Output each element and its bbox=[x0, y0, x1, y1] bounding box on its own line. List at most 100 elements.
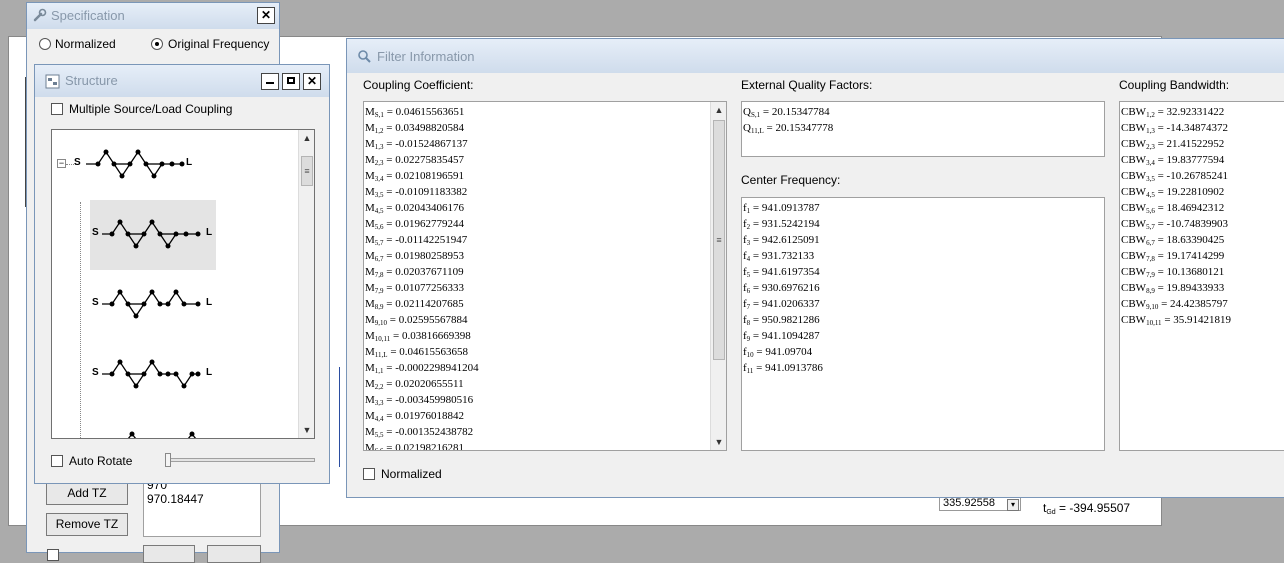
tz-down-button[interactable] bbox=[207, 545, 261, 563]
center-frequency-row-subscript: 9 bbox=[746, 335, 751, 343]
external-q-row: Q11,L = 20.15347778 bbox=[743, 122, 834, 135]
coupling-coefficient-box[interactable]: MS,1 = 0.04615563651 M1,2 = 0.03498820584… bbox=[363, 101, 727, 451]
center-frequency-row: f4 = 931.732133 bbox=[743, 250, 815, 263]
topology-root[interactable]: S L bbox=[74, 146, 204, 182]
coupling-coefficient-row: M5,7 = -0.01142251947 bbox=[365, 234, 468, 247]
scroll-down-icon[interactable]: ▼ bbox=[711, 434, 726, 450]
multi-coupling-checkbox[interactable] bbox=[51, 103, 63, 115]
coupling-coefficient-row-symbol: M bbox=[365, 218, 375, 230]
group-delay-readout: tGd = -394.95507 bbox=[1043, 501, 1130, 516]
coupling-bandwidth-row-symbol: CBW bbox=[1121, 154, 1147, 166]
coupling-coefficient-row-subscript: 5,5 bbox=[374, 431, 384, 439]
coupling-bandwidth-row-subscript: 5,7 bbox=[1146, 223, 1155, 231]
scroll-up-icon[interactable]: ▲ bbox=[299, 130, 314, 146]
radio-original-frequency[interactable] bbox=[151, 38, 163, 50]
structure-maximize-button[interactable] bbox=[282, 73, 300, 90]
coupling-bandwidth-row-subscript: 2,3 bbox=[1146, 143, 1155, 151]
external-q-box[interactable]: QS,1 = 20.15347784 Q11,L = 20.15347778 bbox=[741, 101, 1105, 157]
coupling-coefficient-row-symbol: M bbox=[365, 170, 375, 182]
center-frequency-row: f3 = 942.6125091 bbox=[743, 234, 820, 247]
topology-option-4-graph[interactable] bbox=[90, 428, 216, 439]
coupling-bandwidth-row: CBW5,6 = 18.46942312 bbox=[1121, 202, 1225, 215]
center-frequency-row-value: 930.6976216 bbox=[761, 282, 820, 294]
close-icon: ✕ bbox=[306, 74, 318, 88]
coupling-bandwidth-row-symbol: CBW bbox=[1121, 138, 1147, 150]
rotate-slider-track[interactable] bbox=[165, 458, 315, 462]
center-frequency-row-subscript: 8 bbox=[746, 319, 751, 327]
coupling-coefficient-list: MS,1 = 0.04615563651 M1,2 = 0.03498820584… bbox=[365, 104, 479, 451]
coupling-bandwidth-box[interactable]: CBW1,2 = 32.92331422 CBW1,3 = -14.3487437… bbox=[1119, 101, 1284, 451]
scroll-up-icon[interactable]: ▲ bbox=[711, 102, 726, 118]
center-frequency-row-value: 931.5242194 bbox=[761, 218, 820, 230]
specification-title: Specification bbox=[51, 8, 125, 23]
auto-rotate-checkbox[interactable] bbox=[51, 455, 63, 467]
topology-option-3-graph bbox=[102, 359, 201, 389]
plot-edge-trace bbox=[339, 367, 345, 467]
coupling-bandwidth-row-subscript: 8,9 bbox=[1146, 287, 1155, 295]
center-frequency-row-subscript: 7 bbox=[746, 303, 751, 311]
rotate-slider-thumb[interactable] bbox=[165, 453, 171, 467]
scroll-thumb[interactable]: ≡ bbox=[713, 120, 725, 360]
coupling-coefficient-row: M6,7 = 0.01980258953 bbox=[365, 250, 464, 263]
coupling-bandwidth-row-symbol: CBW bbox=[1121, 122, 1147, 134]
center-frequency-box[interactable]: f1 = 941.0913787 f2 = 931.5242194 f3 = 942… bbox=[741, 197, 1105, 451]
coupling-coefficient-row: M11,L = 0.04615563658 bbox=[365, 346, 469, 359]
coupling-coefficient-row-value: 0.02595567884 bbox=[398, 314, 468, 326]
coupling-coefficient-row-subscript: 3,3 bbox=[374, 399, 384, 407]
structure-tree[interactable]: − S L S L S L S L ▲ ≡ ▼ bbox=[51, 129, 315, 439]
add-tz-button[interactable]: Add TZ bbox=[46, 482, 128, 505]
coupling-bandwidth-row: CBW9,10 = 24.42385797 bbox=[1121, 298, 1228, 311]
scroll-down-icon[interactable]: ▼ bbox=[299, 422, 314, 438]
coupling-coefficient-row-value: 0.02198216281 bbox=[395, 442, 464, 451]
normalized-checkbox[interactable] bbox=[363, 468, 375, 480]
topology-option-3[interactable]: S L bbox=[90, 350, 216, 400]
tz-up-button[interactable] bbox=[143, 545, 195, 563]
filter-information-window: Filter Information Coupling Coefficient:… bbox=[346, 38, 1284, 498]
topology-option-2[interactable]: S L bbox=[90, 280, 216, 330]
coupling-bandwidth-row: CBW3,4 = 19.83777594 bbox=[1121, 154, 1225, 167]
close-icon: ✕ bbox=[260, 8, 272, 22]
coupling-bandwidth-row: CBW8,9 = 19.89433933 bbox=[1121, 282, 1225, 295]
tree-expander-icon[interactable]: − bbox=[57, 159, 66, 168]
coupling-bandwidth-row-subscript: 4,5 bbox=[1146, 191, 1155, 199]
scroll-thumb[interactable]: ≡ bbox=[301, 156, 313, 186]
tz-list[interactable]: 970 970.18447 bbox=[143, 478, 261, 537]
coupling-bandwidth-row-value: -14.34874372 bbox=[1166, 122, 1228, 134]
coupling-coefficient-row-value: 0.02114207685 bbox=[395, 298, 464, 310]
coupling-coefficient-row-subscript: 3,4 bbox=[374, 175, 384, 183]
external-q-row-subscript: S,1 bbox=[750, 111, 761, 119]
minimize-icon bbox=[266, 82, 274, 84]
coupling-coefficient-row-value: 0.03816669398 bbox=[402, 330, 471, 342]
coupling-coefficient-row-value: 0.01976018842 bbox=[395, 410, 464, 422]
coupling-bandwidth-row: CBW7,8 = 19.17414299 bbox=[1121, 250, 1225, 263]
coupling-coefficient-row-value: -0.001352438782 bbox=[395, 426, 474, 438]
coupling-bandwidth-row-symbol: CBW bbox=[1121, 282, 1147, 294]
coupling-coefficient-row-value: 0.01980258953 bbox=[395, 250, 464, 262]
coupling-coefficient-row-subscript: 2,2 bbox=[374, 383, 384, 391]
coupling-coefficient-scrollbar[interactable]: ▲ ≡ ▼ bbox=[710, 102, 726, 450]
partial-field-value: 335.92558 bbox=[943, 497, 995, 509]
coupling-coefficient-row: M1,1 = -0.0002298941204 bbox=[365, 362, 479, 375]
group-delay-value: = -394.95507 bbox=[1059, 501, 1131, 515]
topology-option-1[interactable]: S L bbox=[90, 200, 216, 270]
coupling-coefficient-row-symbol: M bbox=[365, 442, 375, 451]
asy-tz-checkbox[interactable] bbox=[47, 549, 59, 561]
partial-field-dropdown-icon[interactable]: ▾ bbox=[1007, 499, 1019, 511]
specification-close-button[interactable]: ✕ bbox=[257, 7, 275, 24]
specification-titlebar[interactable]: Specification bbox=[27, 3, 279, 29]
coupling-bandwidth-row-value: 19.83777594 bbox=[1166, 154, 1225, 166]
magnifier-icon bbox=[358, 50, 371, 63]
structure-close-button[interactable]: ✕ bbox=[303, 73, 321, 90]
structure-tree-scrollbar[interactable]: ▲ ≡ ▼ bbox=[298, 130, 314, 438]
center-frequency-row: f9 = 941.1094287 bbox=[743, 330, 820, 343]
coupling-coefficient-row-symbol: M bbox=[365, 314, 375, 326]
structure-window: Structure ✕ Multiple Source/Load Couplin… bbox=[34, 64, 330, 484]
coupling-coefficient-row-subscript: 1,1 bbox=[374, 367, 384, 375]
coupling-coefficient-row: M2,3 = 0.02275835457 bbox=[365, 154, 464, 167]
external-q-row-symbol: Q bbox=[743, 106, 751, 118]
structure-minimize-button[interactable] bbox=[261, 73, 279, 90]
radio-normalized[interactable] bbox=[39, 38, 51, 50]
remove-tz-button[interactable]: Remove TZ bbox=[46, 513, 128, 536]
filter-information-titlebar[interactable]: Filter Information bbox=[347, 39, 1284, 73]
radio-normalized-label: Normalized bbox=[55, 37, 116, 51]
